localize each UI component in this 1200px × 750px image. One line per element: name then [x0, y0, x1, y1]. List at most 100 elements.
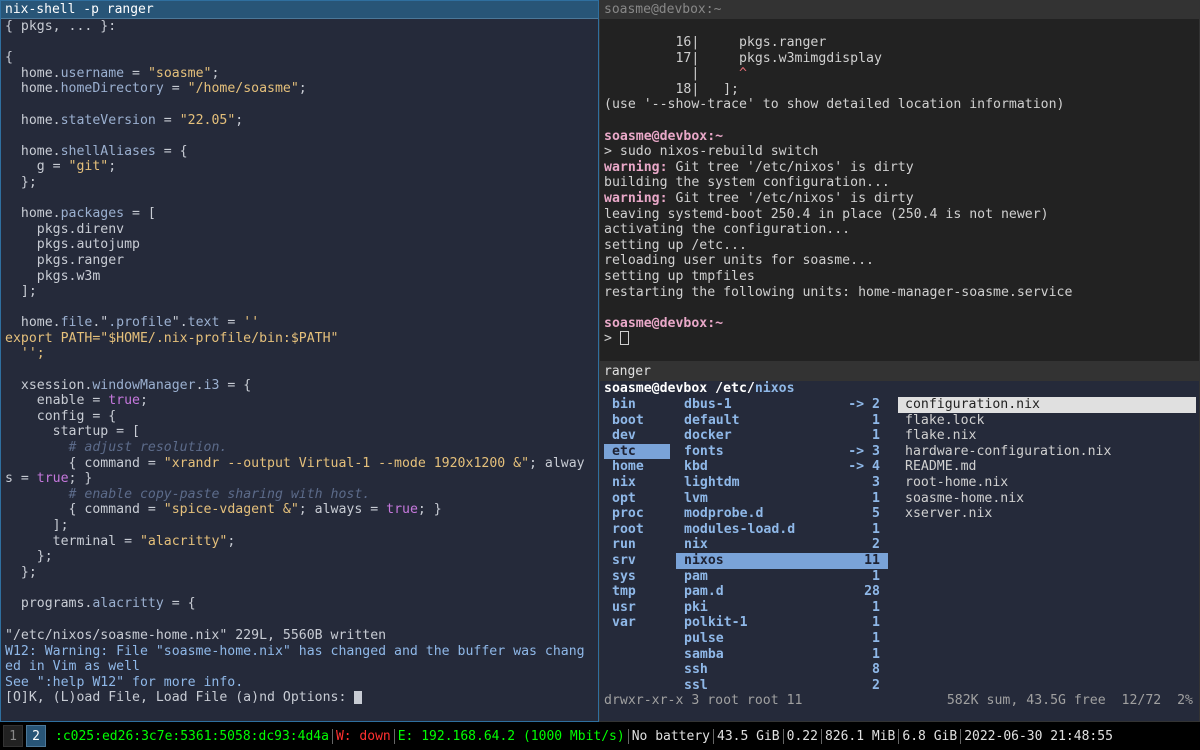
swap-status: 6.8 GiB	[899, 728, 962, 744]
code-line-token: ];	[5, 284, 37, 300]
terminal-line: soasme@devbox:~	[604, 129, 1197, 145]
preview-file-item[interactable]: soasme-home.nix	[898, 491, 1196, 507]
parent-dir-item[interactable]: run	[604, 537, 670, 553]
dir-item[interactable]: kbd -> 4	[676, 459, 888, 475]
code-line-token: g =	[5, 159, 69, 175]
code-line-token: ; always =	[298, 502, 387, 518]
parent-dir-item[interactable]: bin	[604, 397, 670, 413]
code-line: };	[5, 549, 596, 565]
code-line-token: true	[386, 502, 418, 518]
dir-item[interactable]: lvm 1	[676, 491, 888, 507]
code-line: # adjust resolution.	[5, 440, 596, 456]
window-title: ranger	[600, 363, 1199, 381]
code-line: pkgs.w3m	[5, 269, 596, 285]
parent-dir-item[interactable]: boot	[604, 413, 670, 429]
terminal-line: reloading user units for soasme...	[604, 253, 1197, 269]
load-status: 0.22	[784, 728, 822, 744]
current-column: dbus-1 -> 2 default 1 docker 1 fonts -> 3 kbd -> …	[676, 397, 888, 693]
code-line-token: ".	[171, 315, 188, 331]
dir-item-count: 1	[872, 428, 880, 444]
dir-item-name: modprobe.d	[684, 506, 764, 522]
dir-item[interactable]: samba 1	[676, 647, 888, 663]
dir-item[interactable]: nixos 11	[676, 552, 888, 569]
parent-dir-item[interactable]: opt	[604, 491, 670, 507]
dir-item[interactable]: lightdm 3	[676, 475, 888, 491]
code-line-token: =	[155, 112, 180, 128]
code-line-token: .profile	[108, 315, 172, 331]
preview-file-item[interactable]: flake.nix	[898, 428, 1196, 444]
terminal-cursor	[619, 331, 629, 346]
dir-item-count: 8	[872, 662, 880, 678]
shell-window[interactable]: soasme@devbox:~ 16| pkgs.ranger 17| pkgs…	[599, 0, 1200, 362]
code-line: s = true; }	[5, 471, 596, 487]
parent-dir-item[interactable]: var	[604, 615, 670, 631]
code-line: enable = true;	[5, 393, 596, 409]
preview-file-item[interactable]: root-home.nix	[898, 475, 1196, 491]
parent-dir-item[interactable]: root	[604, 522, 670, 538]
terminal-line: building the system configuration...	[604, 175, 1197, 191]
dir-item-name: dbus-1	[684, 397, 732, 412]
terminal-input-line[interactable]: >	[604, 331, 1197, 347]
parent-dir-item[interactable]: nix	[604, 475, 670, 491]
preview-file-item[interactable]: configuration.nix	[898, 397, 1196, 413]
dir-item[interactable]: pam.d 28	[676, 584, 888, 600]
ranger-path: soasme@devbox /etc/nixos	[604, 381, 795, 397]
terminal-line: warning: Git tree '/etc/nixos' is dirty	[604, 191, 1197, 207]
dir-item[interactable]: modprobe.d 5	[676, 506, 888, 522]
dir-item[interactable]: polkit-1 1	[676, 615, 888, 631]
code-line: terminal = "alacritty";	[5, 534, 596, 550]
reload-prompt[interactable]: [O]K, (L)oad File, Load File (a)nd Optio…	[5, 690, 596, 706]
parent-dir-item[interactable]: proc	[604, 506, 670, 522]
dir-item[interactable]: nix 2	[676, 537, 888, 553]
code-line-token: pkgs.autojump	[5, 237, 140, 253]
code-line-token: shellAliases	[60, 143, 156, 159]
dir-item[interactable]: ssh 8	[676, 662, 888, 678]
code-line-token: ;	[227, 533, 236, 549]
code-editor[interactable]: { pkgs, ... }:{ home.username = "soasme"…	[5, 19, 596, 615]
parent-dir-item[interactable]: usr	[604, 600, 670, 616]
code-line-token: config = {	[5, 408, 117, 424]
dir-item[interactable]: default 1	[676, 413, 888, 429]
preview-file-item[interactable]: README.md	[898, 459, 1196, 475]
terminal-line-token: Git tree '/etc/nixos' is dirty	[667, 159, 914, 175]
parent-dir-item[interactable]: home	[604, 459, 670, 475]
battery-status: No battery	[629, 728, 714, 744]
code-line-token: home.	[5, 315, 61, 331]
code-line-token: "/home/soasme"	[187, 81, 299, 97]
parent-dir-item[interactable]: sys	[604, 569, 670, 585]
code-line-token: "git"	[68, 159, 109, 175]
ranger-status-bar: drwxr-xr-x 3 root root 11 582K sum, 43.5…	[604, 693, 1193, 709]
code-line-token: { pkgs, ... }:	[5, 19, 117, 34]
parent-dir-item[interactable]: srv	[604, 553, 670, 569]
code-line-token: = {	[163, 595, 196, 611]
parent-dir-item[interactable]: etc	[604, 443, 670, 460]
dir-item[interactable]: ssl 2	[676, 678, 888, 694]
dir-item[interactable]: pam 1	[676, 569, 888, 585]
workspace-1-button[interactable]: 1	[3, 725, 23, 747]
code-line-token: {	[5, 50, 13, 66]
vim-window[interactable]: nix-shell -p ranger { pkgs, ... }: { home…	[0, 0, 599, 722]
dir-item[interactable]: dbus-1 -> 2	[676, 397, 888, 413]
preview-file-item[interactable]: hardware-configuration.nix	[898, 444, 1196, 460]
terminal-line: leaving systemd-boot 250.4 in place (250…	[604, 207, 1197, 223]
code-line-token: ;	[139, 393, 148, 409]
dir-item[interactable]: fonts -> 3	[676, 444, 888, 460]
preview-file-item[interactable]: flake.lock	[898, 413, 1196, 429]
ipv6-status: :c025:ed26:3c7e:5361:5058:dc93:4d4a	[52, 728, 333, 744]
dir-item[interactable]: modules-load.d 1	[676, 522, 888, 538]
preview-file-item[interactable]: xserver.nix	[898, 506, 1196, 522]
terminal-line-token: Git tree '/etc/nixos' is dirty	[667, 190, 914, 206]
parent-dir-item[interactable]: tmp	[604, 584, 670, 600]
workspace-2-button[interactable]: 2	[26, 725, 46, 747]
dir-item[interactable]: pki 1	[676, 600, 888, 616]
code-line: config = {	[5, 409, 596, 425]
code-line-token: home.	[5, 112, 61, 128]
dir-item[interactable]: pulse 1	[676, 631, 888, 647]
parent-dir-item[interactable]: dev	[604, 428, 670, 444]
memory-status: 826.1 MiB	[822, 728, 900, 744]
code-line-token: .	[195, 377, 204, 393]
dir-item[interactable]: docker 1	[676, 428, 888, 444]
ranger-window[interactable]: ranger soasme@devbox /etc/nixos bin boot d…	[599, 362, 1200, 722]
